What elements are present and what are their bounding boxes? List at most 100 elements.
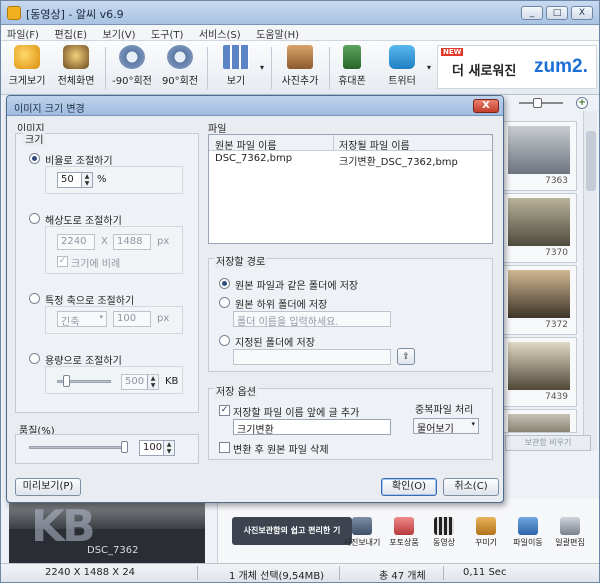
size-section-title: 크기 bbox=[23, 131, 46, 146]
rotate-right-button[interactable]: 90°회전 bbox=[159, 45, 201, 87]
ok-button[interactable]: 확인(O) bbox=[381, 478, 437, 496]
thumbnail-scrollbar[interactable] bbox=[583, 111, 597, 451]
phone-export-icon bbox=[343, 45, 361, 69]
duplicate-select[interactable]: 물어보기 ▾ bbox=[413, 418, 479, 434]
menu-file[interactable]: 파일(F) bbox=[1, 25, 45, 41]
resolution-height-input[interactable]: 1488 bbox=[113, 234, 151, 250]
bottom-tool-label: 동영상 bbox=[432, 538, 456, 547]
thumbnail-image bbox=[508, 270, 570, 318]
ratio-spinner[interactable]: ▲ ▼ bbox=[81, 173, 92, 187]
specified-folder-input[interactable] bbox=[233, 349, 391, 365]
quality-slider-knob[interactable] bbox=[121, 441, 128, 453]
toolbar-separator bbox=[271, 47, 272, 89]
photo-goods-button[interactable]: 포토상품 bbox=[384, 517, 424, 548]
batch-edit-icon bbox=[560, 517, 580, 535]
phone-button[interactable]: 휴대폰 bbox=[335, 45, 369, 87]
axis-value-input[interactable]: 100 bbox=[113, 311, 151, 327]
table-row[interactable]: DSC_7362,bmp 크기변환_DSC_7362,bmp bbox=[209, 152, 492, 168]
prefix-input[interactable]: 크기변환_ bbox=[233, 419, 391, 435]
file-section-title: 파일 bbox=[208, 124, 227, 135]
keep-ratio-checkbox[interactable]: ✓ bbox=[57, 256, 68, 267]
capacity-radio[interactable] bbox=[29, 353, 40, 364]
rotate-left-icon bbox=[119, 45, 145, 69]
add-photo-button[interactable]: 사진추가 bbox=[277, 45, 323, 87]
sub-folder-input[interactable]: 폴더 이름을 입력하세요. bbox=[233, 311, 391, 327]
title-bar: [동영상] - 알씨 v6.9 _ □ X bbox=[1, 1, 599, 25]
thumbnail-item[interactable]: 7372 bbox=[503, 265, 577, 335]
thumbnail-item[interactable]: 7439 bbox=[503, 337, 577, 407]
resolution-separator: X bbox=[101, 236, 108, 247]
thumbnail-item[interactable]: 7370 bbox=[503, 193, 577, 263]
video-button[interactable]: 동영상 bbox=[424, 517, 464, 548]
zoom-slider-knob[interactable] bbox=[533, 98, 542, 108]
close-button[interactable]: X bbox=[571, 6, 593, 20]
resolution-radio[interactable] bbox=[29, 213, 40, 224]
thumbnail-image bbox=[508, 342, 570, 390]
scrollbar-thumb[interactable] bbox=[586, 131, 596, 191]
ad-banner[interactable]: NEW 더 새로워진 zum2. bbox=[437, 45, 597, 89]
same-folder-label: 원본 파일과 같은 폴더에 저장 bbox=[235, 281, 359, 292]
dialog-title-bar: 이미지 크기 변경 X bbox=[7, 96, 503, 116]
resolution-width-input[interactable]: 2240 bbox=[57, 234, 95, 250]
file-list[interactable]: 원본 파일 이름 저장될 파일 이름 DSC_7362,bmp 크기변환_DSC… bbox=[208, 134, 493, 244]
chevron-down-icon[interactable]: ▾ bbox=[427, 63, 431, 72]
column-divider bbox=[333, 135, 334, 151]
bottom-tool-label: 일괄편집 bbox=[555, 538, 585, 547]
add-prefix-checkbox[interactable]: ✓ bbox=[219, 405, 230, 416]
sub-folder-radio[interactable] bbox=[219, 297, 230, 308]
empty-storage-button[interactable]: 보관함 비우기 bbox=[505, 435, 591, 451]
quality-spinner[interactable]: ▲ ▼ bbox=[163, 441, 174, 455]
axis-radio[interactable] bbox=[29, 293, 40, 304]
menu-edit[interactable]: 편집(E) bbox=[48, 25, 93, 41]
toolbar-label: -90°회전 bbox=[112, 76, 152, 87]
send-photo-button[interactable]: 사진보내기 bbox=[342, 517, 382, 548]
capacity-spinner[interactable]: ▲ ▼ bbox=[147, 375, 158, 389]
toolbar-label: 전체화면 bbox=[57, 76, 95, 87]
dialog-close-button[interactable]: X bbox=[473, 99, 499, 113]
zoom-in-icon[interactable]: + bbox=[576, 97, 588, 109]
chevron-down-icon: ▾ bbox=[99, 313, 103, 321]
twitter-button[interactable]: 트위터 bbox=[381, 45, 423, 87]
batch-edit-button[interactable]: 일괄편집 bbox=[550, 517, 590, 548]
toolbar-zoom-button[interactable]: 크게보기 bbox=[5, 45, 49, 87]
capacity-slider-knob[interactable] bbox=[63, 375, 70, 387]
thumbnail-item[interactable] bbox=[503, 409, 577, 433]
minimize-button[interactable]: _ bbox=[521, 6, 543, 20]
column-header-target[interactable]: 저장될 파일 이름 bbox=[339, 137, 410, 152]
move-file-button[interactable]: 파일이동 bbox=[508, 517, 548, 548]
toolbar-fullscreen-button[interactable]: 전체화면 bbox=[53, 45, 99, 87]
status-divider bbox=[443, 566, 444, 580]
photo-goods-icon bbox=[394, 517, 414, 535]
thumbnail-item[interactable]: 7363 bbox=[503, 121, 577, 191]
menu-help[interactable]: 도움말(H) bbox=[250, 25, 305, 41]
view-mode-button[interactable]: 보기 bbox=[213, 45, 259, 87]
promo-banner[interactable]: 사진보관함의 쉽고 편리한 기 bbox=[232, 517, 352, 545]
maximize-button[interactable]: □ bbox=[546, 6, 568, 20]
ratio-radio[interactable] bbox=[29, 153, 40, 164]
rotate-left-button[interactable]: -90°회전 bbox=[109, 45, 155, 87]
twitter-icon bbox=[389, 45, 415, 69]
same-folder-radio[interactable] bbox=[219, 278, 230, 289]
add-photo-icon bbox=[287, 45, 313, 69]
status-divider bbox=[197, 566, 198, 580]
delete-original-checkbox[interactable] bbox=[219, 442, 230, 453]
column-header-original[interactable]: 원본 파일 이름 bbox=[215, 137, 277, 152]
ratio-label: 비율로 조절하기 bbox=[45, 156, 113, 167]
dialog-title: 이미지 크기 변경 bbox=[14, 104, 85, 115]
menu-tools[interactable]: 도구(T) bbox=[145, 25, 189, 41]
axis-select[interactable]: 긴축 ▾ bbox=[57, 311, 107, 327]
chevron-down-icon: ▾ bbox=[471, 420, 475, 428]
zoom-slider[interactable] bbox=[511, 98, 571, 108]
decorate-button[interactable]: 꾸미기 bbox=[466, 517, 506, 548]
thumbnail-image bbox=[508, 198, 570, 246]
specified-folder-radio[interactable] bbox=[219, 335, 230, 346]
window-title: [동영상] - 알씨 v6.9 bbox=[26, 8, 124, 21]
app-icon bbox=[7, 6, 21, 20]
menu-view[interactable]: 보기(V) bbox=[97, 25, 142, 41]
magnifier-icon bbox=[14, 45, 40, 69]
chevron-down-icon[interactable]: ▾ bbox=[260, 63, 264, 72]
browse-folder-button[interactable]: ⇪ bbox=[397, 348, 415, 365]
preview-button[interactable]: 미리보기(P) bbox=[15, 478, 81, 496]
cancel-button[interactable]: 취소(C) bbox=[443, 478, 499, 496]
menu-services[interactable]: 서비스(S) bbox=[193, 25, 247, 41]
